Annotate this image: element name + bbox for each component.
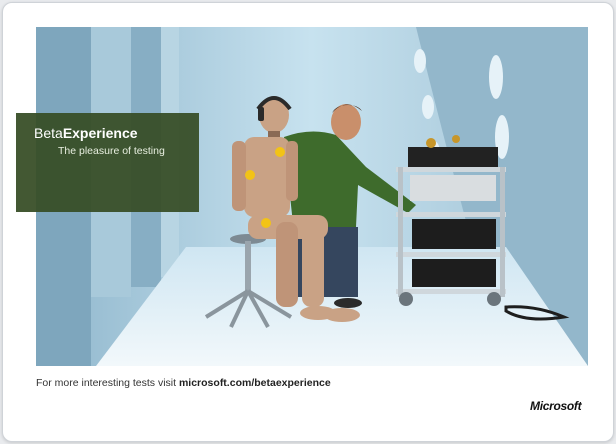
beta-experience-banner: BetaExperience The pleasure of testing (16, 113, 199, 212)
footer-prefix: For more interesting tests visit (36, 377, 179, 389)
footer-url-link[interactable]: microsoft.com/betaexperience (179, 377, 331, 389)
banner-subtitle: The pleasure of testing (58, 145, 165, 157)
footer-cta: For more interesting tests visit microso… (36, 377, 331, 389)
ad-card: BetaExperience The pleasure of testing F… (2, 2, 614, 442)
banner-title: BetaExperience (34, 125, 138, 141)
banner-title-bold: Experience (62, 125, 138, 141)
banner-title-light: Beta (34, 125, 63, 141)
microsoft-logo: Microsoft (530, 399, 582, 413)
